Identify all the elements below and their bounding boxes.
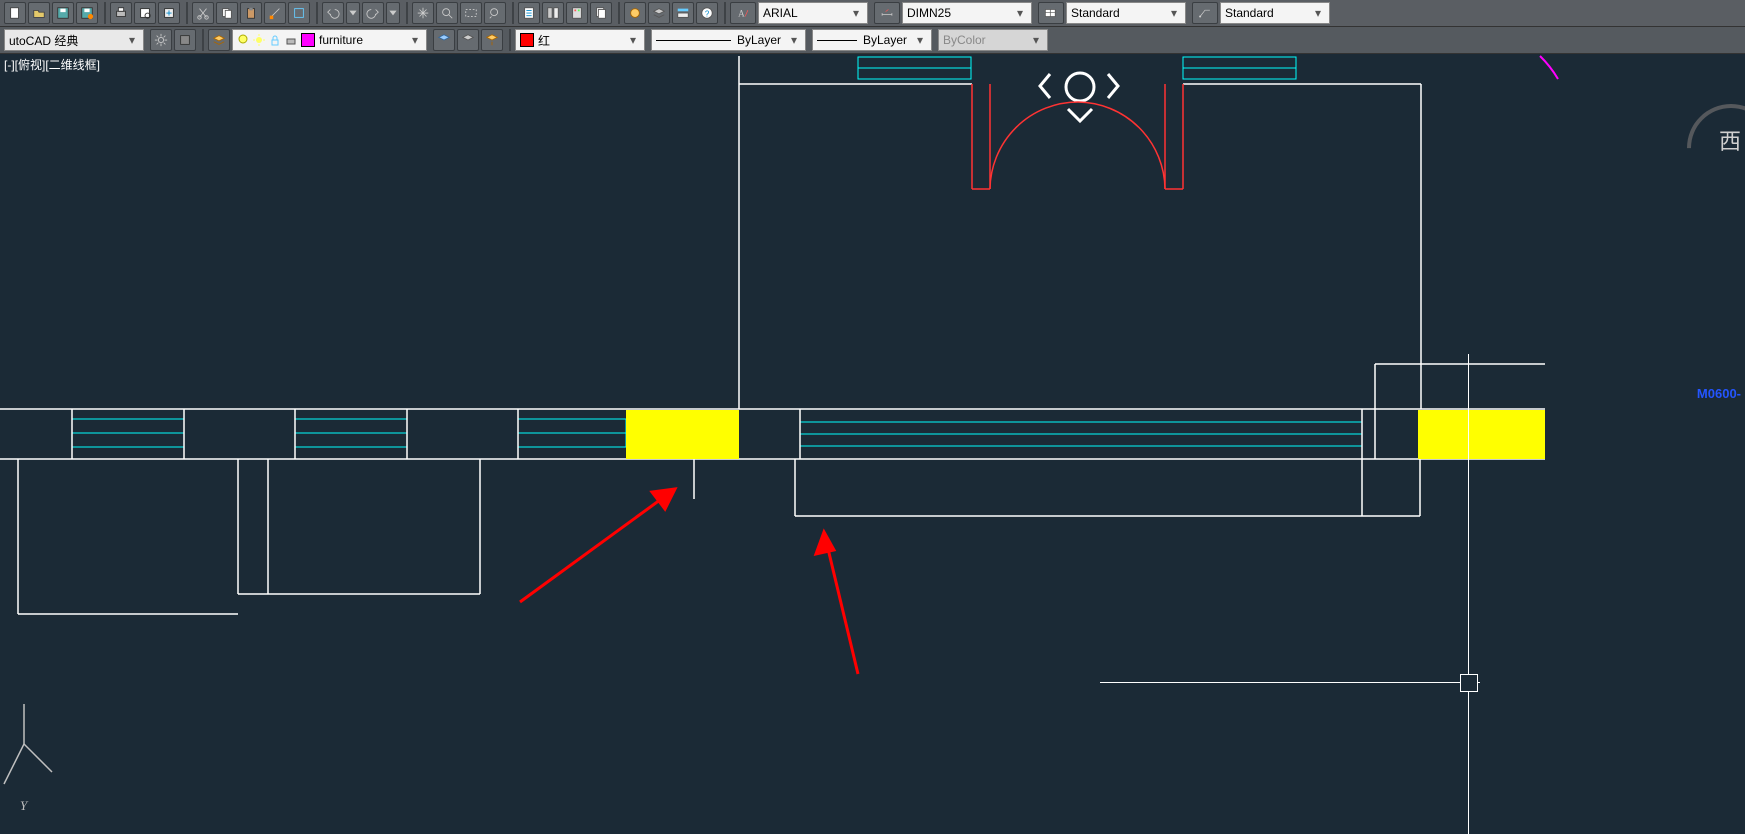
layer-dropdown[interactable]: furniture ▾ bbox=[232, 29, 427, 51]
lineweight-value: ByLayer bbox=[863, 33, 907, 47]
separator bbox=[512, 2, 514, 24]
pan-icon[interactable] bbox=[412, 2, 434, 24]
zoom-icon[interactable] bbox=[436, 2, 458, 24]
plotstyle-dropdown[interactable]: ByColor ▾ bbox=[938, 29, 1048, 51]
properties-icon[interactable] bbox=[518, 2, 540, 24]
tool-palette-icon[interactable] bbox=[566, 2, 588, 24]
zoom-prev-icon[interactable] bbox=[484, 2, 506, 24]
separator bbox=[316, 2, 318, 24]
open-icon[interactable] bbox=[28, 2, 50, 24]
chevron-down-icon: ▾ bbox=[408, 33, 422, 47]
chevron-down-icon: ▾ bbox=[626, 33, 640, 47]
chevron-down-icon: ▾ bbox=[787, 33, 801, 47]
chevron-down-icon: ▾ bbox=[1029, 33, 1043, 47]
drawing-canvas[interactable]: [-][俯视][二维线框] Y 西 M0600- bbox=[0, 54, 1745, 834]
paste-icon[interactable] bbox=[240, 2, 262, 24]
workspace-value: utoCAD 经典 bbox=[9, 32, 125, 49]
linetype-dropdown[interactable]: ByLayer ▾ bbox=[651, 29, 806, 51]
crosshair-pickbox bbox=[1460, 674, 1478, 692]
sheet-set-icon[interactable] bbox=[590, 2, 612, 24]
saveas-icon[interactable] bbox=[76, 2, 98, 24]
svg-text:A: A bbox=[738, 9, 745, 19]
chevron-down-icon: ▾ bbox=[849, 6, 863, 20]
matchprop-icon[interactable] bbox=[264, 2, 286, 24]
publish-icon[interactable] bbox=[158, 2, 180, 24]
mleader-value: Standard bbox=[1225, 6, 1311, 20]
layer-name: furniture bbox=[319, 33, 404, 47]
print-icon bbox=[285, 34, 297, 46]
dimstyle-dropdown[interactable]: DIMN25 ▾ bbox=[902, 2, 1032, 24]
layer-isolate-icon[interactable] bbox=[481, 29, 503, 51]
color-dropdown[interactable]: 红 ▾ bbox=[515, 29, 645, 51]
layer-icon[interactable] bbox=[648, 2, 670, 24]
mleader-style-icon[interactable] bbox=[1192, 2, 1218, 24]
undo-icon[interactable] bbox=[322, 2, 344, 24]
redo-icon[interactable] bbox=[362, 2, 384, 24]
print-icon[interactable] bbox=[110, 2, 132, 24]
sun-icon bbox=[253, 34, 265, 46]
chevron-down-icon: ▾ bbox=[1167, 6, 1181, 20]
render-icon[interactable] bbox=[624, 2, 646, 24]
new-icon[interactable] bbox=[4, 2, 26, 24]
block-icon[interactable] bbox=[288, 2, 310, 24]
text-style-icon[interactable]: A bbox=[730, 2, 756, 24]
drawing-svg bbox=[0, 54, 1745, 834]
plotstyle-value: ByColor bbox=[943, 33, 1029, 47]
chevron-down-icon: ▾ bbox=[1311, 6, 1325, 20]
lock-icon bbox=[269, 34, 281, 46]
svg-text:?: ? bbox=[705, 10, 710, 19]
color-value: 红 bbox=[538, 32, 622, 49]
crosshair-vertical bbox=[1468, 354, 1469, 834]
dimstyle-value: DIMN25 bbox=[907, 6, 1013, 20]
dim-style-icon[interactable] bbox=[874, 2, 900, 24]
tablestyle-value: Standard bbox=[1071, 6, 1167, 20]
design-center-icon[interactable] bbox=[542, 2, 564, 24]
ribbon-icon[interactable] bbox=[672, 2, 694, 24]
chevron-down-icon: ▾ bbox=[1013, 6, 1027, 20]
toolbar-layers: utoCAD 经典 ▾ furniture ▾ 红 ▾ ByLayer ▾ By… bbox=[0, 27, 1745, 54]
chevron-down-icon: ▾ bbox=[913, 33, 927, 47]
highlight-block-3 bbox=[1470, 410, 1545, 459]
tablestyle-dropdown[interactable]: Standard ▾ bbox=[1066, 2, 1186, 24]
font-dropdown[interactable]: ARIAL ▾ bbox=[758, 2, 868, 24]
workspace-save-icon[interactable] bbox=[174, 29, 196, 51]
dropdown-arrow-icon[interactable] bbox=[346, 2, 360, 24]
workspace-dropdown[interactable]: utoCAD 经典 ▾ bbox=[4, 29, 144, 51]
layer-manager-icon[interactable] bbox=[208, 29, 230, 51]
separator bbox=[509, 29, 511, 51]
lineweight-preview bbox=[817, 35, 857, 45]
cut-icon[interactable] bbox=[192, 2, 214, 24]
help-icon[interactable]: ? bbox=[696, 2, 718, 24]
separator bbox=[724, 2, 726, 24]
layer-color-swatch bbox=[301, 33, 315, 47]
separator bbox=[406, 2, 408, 24]
separator bbox=[202, 29, 204, 51]
separator bbox=[618, 2, 620, 24]
linetype-value: ByLayer bbox=[737, 33, 781, 47]
separator bbox=[104, 2, 106, 24]
lineweight-dropdown[interactable]: ByLayer ▾ bbox=[812, 29, 932, 51]
color-swatch bbox=[520, 33, 534, 47]
table-style-icon[interactable] bbox=[1038, 2, 1064, 24]
mleader-dropdown[interactable]: Standard ▾ bbox=[1220, 2, 1330, 24]
crosshair-horizontal bbox=[1100, 682, 1480, 683]
save-icon[interactable] bbox=[52, 2, 74, 24]
preview-icon[interactable] bbox=[134, 2, 156, 24]
copy-icon[interactable] bbox=[216, 2, 238, 24]
highlight-block-1 bbox=[626, 410, 739, 459]
linetype-preview bbox=[656, 35, 731, 45]
chevron-down-icon: ▾ bbox=[125, 33, 139, 47]
toolbar-top: ? A ARIAL ▾ DIMN25 ▾ Standard ▾ Standard… bbox=[0, 0, 1745, 27]
lightbulb-icon bbox=[237, 34, 249, 46]
dropdown-arrow-icon[interactable] bbox=[386, 2, 400, 24]
separator bbox=[186, 2, 188, 24]
layer-off-icon[interactable] bbox=[457, 29, 479, 51]
highlight-block-2 bbox=[1418, 410, 1470, 459]
gear-icon[interactable] bbox=[150, 29, 172, 51]
layer-freeze-icon[interactable] bbox=[433, 29, 455, 51]
zoom-window-icon[interactable] bbox=[460, 2, 482, 24]
font-value: ARIAL bbox=[763, 6, 849, 20]
